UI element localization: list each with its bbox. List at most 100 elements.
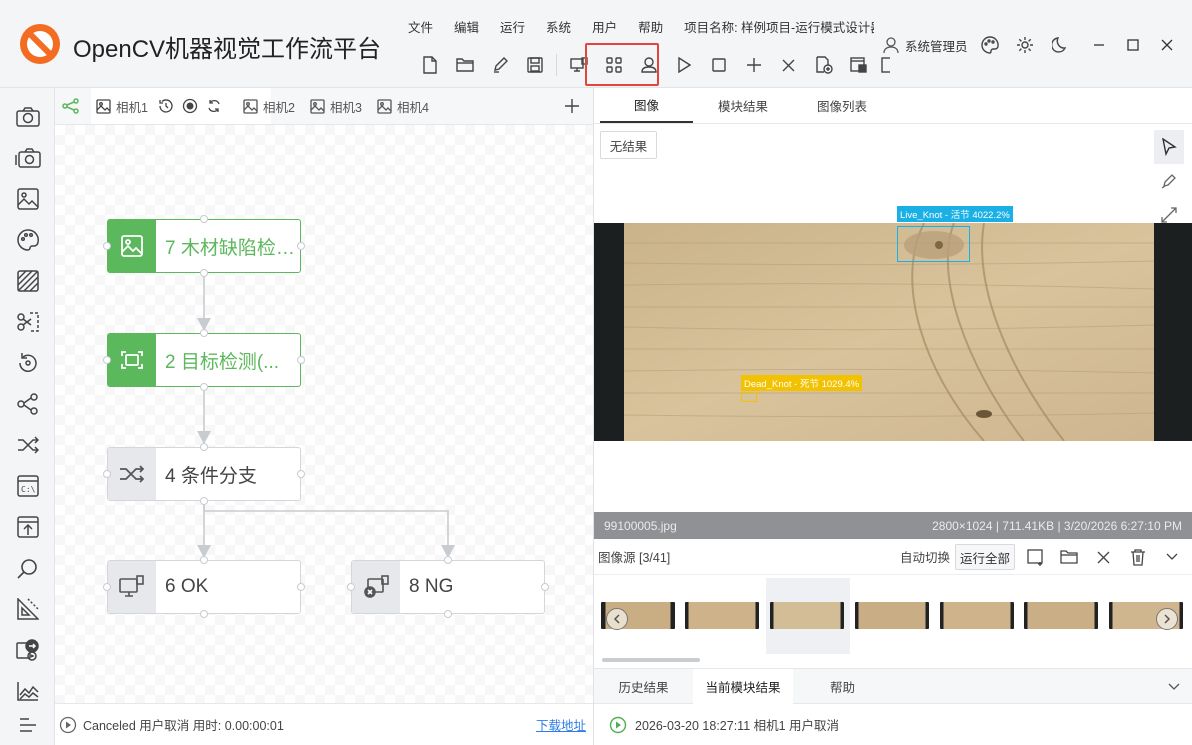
record-icon[interactable] bbox=[182, 98, 198, 114]
chevron-down-icon[interactable] bbox=[1162, 669, 1186, 704]
rotate-icon[interactable] bbox=[13, 348, 43, 378]
save-button[interactable] bbox=[517, 48, 552, 82]
thumbnail-prev-button[interactable] bbox=[606, 608, 628, 630]
flow-node-condition-branch[interactable]: 4 条件分支 bbox=[107, 447, 301, 501]
node-port-left[interactable] bbox=[103, 356, 111, 364]
node-port-bottom[interactable] bbox=[200, 497, 208, 505]
thumbnail[interactable] bbox=[770, 602, 844, 629]
add-tab-button[interactable] bbox=[563, 88, 585, 124]
scissors-crop-icon[interactable] bbox=[13, 307, 43, 337]
measure-ruler-icon[interactable] bbox=[13, 594, 43, 624]
no-result-button[interactable]: 无结果 bbox=[600, 131, 657, 159]
flow-node-object-detection[interactable]: 2 目标检测(... bbox=[107, 333, 301, 387]
minimize-icon[interactable] bbox=[1084, 30, 1114, 60]
menu-file[interactable]: 文件 bbox=[408, 17, 433, 36]
tab-help[interactable]: 帮助 bbox=[793, 669, 892, 704]
pen-tool-icon[interactable] bbox=[1154, 164, 1184, 198]
node-port-left[interactable] bbox=[103, 583, 111, 591]
share-nodes-icon[interactable] bbox=[13, 389, 43, 419]
flow-node-wood-defect[interactable]: 7 木材缺陷检测... bbox=[107, 219, 301, 273]
edit-pencil-button[interactable] bbox=[482, 48, 517, 82]
menu-help[interactable]: 帮助 bbox=[638, 17, 663, 36]
shuffle-icon[interactable] bbox=[13, 430, 43, 460]
color-palette-icon[interactable] bbox=[13, 225, 43, 255]
thumbnail[interactable] bbox=[685, 602, 759, 629]
thumbnail-scrollbar[interactable] bbox=[602, 658, 700, 662]
run-all-button[interactable]: 运行全部 bbox=[955, 544, 1015, 570]
gear-icon[interactable] bbox=[1010, 30, 1040, 60]
node-port-right[interactable] bbox=[297, 242, 305, 250]
node-port-left[interactable] bbox=[347, 583, 355, 591]
download-link[interactable]: 下载地址 bbox=[536, 715, 586, 734]
add-button[interactable] bbox=[736, 48, 771, 82]
thumbnail[interactable] bbox=[1024, 602, 1098, 629]
flow-canvas[interactable]: 7 木材缺陷检测... 2 目标检测(... 4 条件分支 6 OK 8 NG bbox=[55, 125, 593, 703]
node-port-left[interactable] bbox=[103, 470, 111, 478]
node-port-left[interactable] bbox=[103, 242, 111, 250]
menu-edit[interactable]: 编辑 bbox=[454, 17, 479, 36]
search-icon[interactable] bbox=[13, 553, 43, 583]
node-port-top[interactable] bbox=[200, 443, 208, 451]
export-device-icon[interactable] bbox=[13, 635, 43, 665]
history-icon[interactable] bbox=[158, 98, 174, 114]
maximize-icon[interactable] bbox=[1118, 30, 1148, 60]
loop-icon[interactable] bbox=[206, 98, 222, 114]
tab-module-result[interactable]: 模块结果 bbox=[693, 88, 793, 123]
node-port-right[interactable] bbox=[297, 470, 305, 478]
new-file-button[interactable] bbox=[412, 48, 447, 82]
tab-camera3[interactable]: 相机3 bbox=[308, 88, 374, 124]
camera-icon[interactable] bbox=[13, 102, 43, 132]
node-port-top[interactable] bbox=[200, 556, 208, 564]
theme-palette-icon[interactable] bbox=[975, 30, 1005, 60]
device-settings-button[interactable] bbox=[561, 48, 596, 82]
flow-node-ok[interactable]: 6 OK bbox=[107, 560, 301, 614]
thumbnail-next-button[interactable] bbox=[1156, 608, 1178, 630]
tab-image-list[interactable]: 图像列表 bbox=[793, 88, 891, 123]
window-close-icon[interactable] bbox=[1152, 30, 1182, 60]
node-port-top[interactable] bbox=[200, 215, 208, 223]
texture-hatch-icon[interactable] bbox=[13, 266, 43, 296]
chevron-down-icon[interactable] bbox=[1162, 547, 1182, 567]
import-image-button[interactable] bbox=[841, 48, 876, 82]
pointer-tool-icon[interactable] bbox=[1154, 130, 1184, 164]
image-icon[interactable] bbox=[13, 184, 43, 214]
node-port-right[interactable] bbox=[297, 356, 305, 364]
open-folder-icon[interactable] bbox=[1059, 547, 1079, 567]
detection-box-live-knot[interactable] bbox=[897, 226, 970, 262]
multi-camera-icon[interactable] bbox=[13, 143, 43, 173]
tab-camera2[interactable]: 相机2 bbox=[241, 88, 307, 124]
node-port-bottom[interactable] bbox=[200, 610, 208, 618]
node-port-right[interactable] bbox=[297, 583, 305, 591]
upload-tray-icon[interactable] bbox=[13, 512, 43, 542]
menu-user[interactable]: 用户 bbox=[592, 17, 617, 36]
add-file-button[interactable] bbox=[806, 48, 841, 82]
tab-history-result[interactable]: 历史结果 bbox=[594, 669, 693, 704]
flow-graph-icon[interactable] bbox=[61, 88, 85, 124]
node-port-right[interactable] bbox=[541, 583, 549, 591]
close-x-button[interactable] bbox=[771, 48, 806, 82]
close-icon[interactable] bbox=[1093, 547, 1113, 567]
menu-run[interactable]: 运行 bbox=[500, 17, 525, 36]
thumbnail[interactable] bbox=[940, 602, 1014, 629]
stop-button[interactable] bbox=[701, 48, 736, 82]
add-image-icon[interactable] bbox=[1026, 547, 1046, 567]
node-port-bottom[interactable] bbox=[444, 610, 452, 618]
thumbnail[interactable] bbox=[855, 602, 929, 629]
open-folder-button[interactable] bbox=[447, 48, 482, 82]
tab-image[interactable]: 图像 bbox=[600, 88, 693, 123]
flow-node-ng[interactable]: 8 NG bbox=[351, 560, 545, 614]
user-account[interactable]: 系统管理员 bbox=[882, 34, 968, 56]
node-port-bottom[interactable] bbox=[200, 269, 208, 277]
tab-current-module-result[interactable]: 当前模块结果 bbox=[693, 669, 793, 704]
console-icon[interactable]: C:\ bbox=[13, 471, 43, 501]
area-chart-icon[interactable] bbox=[13, 676, 43, 706]
module-grid-button[interactable] bbox=[596, 48, 631, 82]
detection-box-dead-knot[interactable] bbox=[741, 392, 757, 402]
auto-switch-toggle[interactable]: 自动切换 bbox=[900, 547, 950, 566]
menu-system[interactable]: 系统 bbox=[546, 17, 571, 36]
menu-list-icon[interactable] bbox=[13, 710, 43, 740]
tab-camera4[interactable]: 相机4 bbox=[375, 88, 441, 124]
inspection-image[interactable] bbox=[594, 223, 1192, 441]
node-port-top[interactable] bbox=[200, 329, 208, 337]
trash-icon[interactable] bbox=[1128, 547, 1148, 567]
